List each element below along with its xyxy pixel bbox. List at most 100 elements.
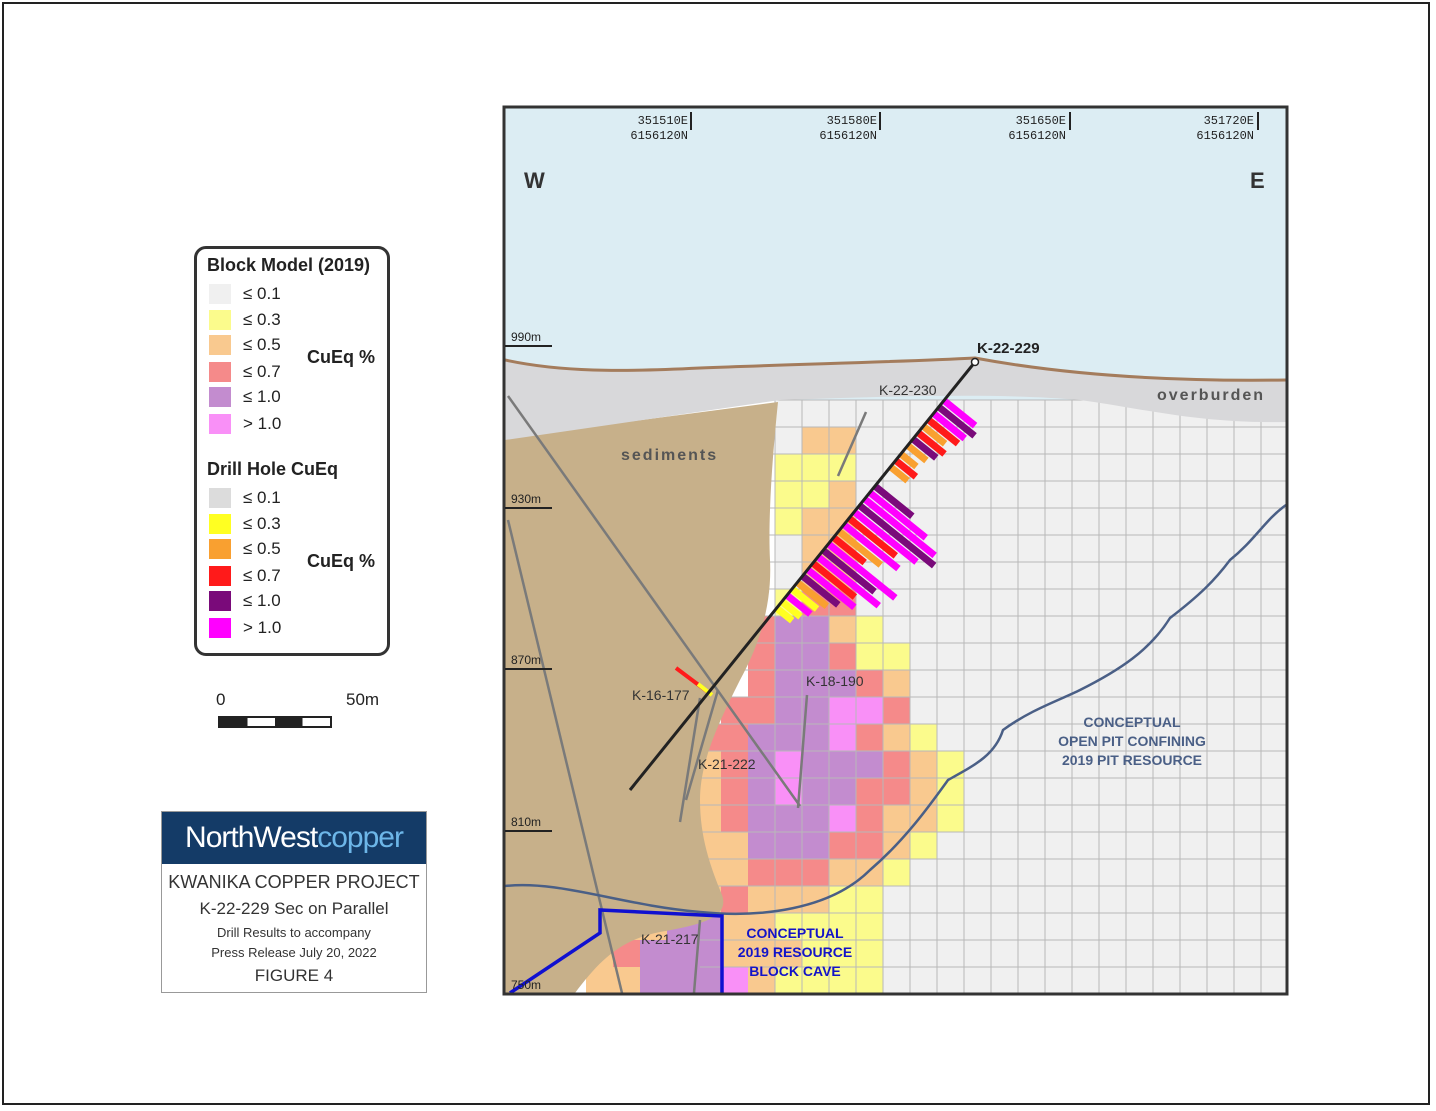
- northing-label-3: 6156120N: [1008, 129, 1066, 143]
- block-cell: [829, 643, 856, 670]
- hole-label-k-22-229: K-22-229: [977, 340, 1040, 357]
- title-block: NorthWestcopper KWANIKA COPPER PROJECT K…: [161, 811, 427, 993]
- block-cell: [991, 832, 1018, 859]
- block-cell: [1126, 967, 1153, 993]
- block-cell: [991, 859, 1018, 886]
- block-cell: [1207, 670, 1234, 697]
- block-cell: [910, 589, 937, 616]
- block-cell: [937, 508, 964, 535]
- block-cell: [964, 967, 991, 993]
- block-cell: [1234, 751, 1261, 778]
- block-cell: [991, 751, 1018, 778]
- legend-swatch: [209, 591, 231, 611]
- block-cell: [1018, 643, 1045, 670]
- block-cell: [1180, 562, 1207, 589]
- block-cell: [856, 643, 883, 670]
- block-cell: [937, 832, 964, 859]
- block-cell: [1207, 805, 1234, 832]
- block-cell: [721, 778, 748, 805]
- legend-item: ≤ 0.7: [209, 361, 281, 383]
- block-cell: [1234, 508, 1261, 535]
- block-cell: [1234, 778, 1261, 805]
- block-cell: [1234, 913, 1261, 940]
- block-cell: [1261, 481, 1286, 508]
- block-cell: [1018, 481, 1045, 508]
- block-cell: [1018, 427, 1045, 454]
- legend-item: ≤ 0.5: [209, 334, 281, 356]
- block-cell: [694, 967, 721, 993]
- block-cell: [748, 697, 775, 724]
- company-logo: NorthWestcopper: [162, 812, 426, 864]
- block-cell: [1126, 481, 1153, 508]
- block-cell: [856, 616, 883, 643]
- block-cell: [1126, 427, 1153, 454]
- legend-title-drill-hole: Drill Hole CuEq: [207, 459, 339, 479]
- block-cell: [1099, 967, 1126, 993]
- block-cell: [1045, 454, 1072, 481]
- block-cell: [1099, 616, 1126, 643]
- block-cell: [775, 670, 802, 697]
- block-cell: [1126, 913, 1153, 940]
- block-cell: [1207, 751, 1234, 778]
- block-cell: [1099, 481, 1126, 508]
- block-cell: [991, 670, 1018, 697]
- legend-swatch: [209, 284, 231, 304]
- block-cell: [1207, 859, 1234, 886]
- block-cell: [1207, 589, 1234, 616]
- block-cell: [1180, 643, 1207, 670]
- block-cell: [775, 859, 802, 886]
- block-cell: [1153, 535, 1180, 562]
- legend-item: ≤ 1.0: [209, 386, 281, 408]
- block-cell: [1045, 616, 1072, 643]
- block-cell: [748, 670, 775, 697]
- block-cell: [1207, 940, 1234, 967]
- block-cell: [829, 427, 856, 454]
- block-cell: [937, 805, 964, 832]
- block-cell: [1126, 454, 1153, 481]
- block-cell: [1153, 481, 1180, 508]
- legend-item: ≤ 1.0: [209, 590, 281, 612]
- block-cell: [1261, 562, 1286, 589]
- block-cell: [1045, 508, 1072, 535]
- block-cell: [1018, 805, 1045, 832]
- block-cell: [1045, 967, 1072, 993]
- block-cell: [1126, 643, 1153, 670]
- block-cell: [1099, 454, 1126, 481]
- block-cell: [721, 832, 748, 859]
- block-cell: [1126, 805, 1153, 832]
- block-cell: [883, 805, 910, 832]
- block-cell: [991, 535, 1018, 562]
- block-cell: [991, 805, 1018, 832]
- block-cell: [1153, 832, 1180, 859]
- block-cell: [802, 778, 829, 805]
- block-cell: [964, 805, 991, 832]
- block-cell: [937, 535, 964, 562]
- legend-item: ≤ 0.1: [209, 283, 281, 305]
- legend-swatch: [209, 310, 231, 330]
- east-label: E: [1250, 168, 1265, 193]
- block-cell: [802, 400, 829, 427]
- block-cell: [937, 562, 964, 589]
- block-cell: [775, 697, 802, 724]
- pit-label-line-2: OPEN PIT CONFINING: [1058, 733, 1206, 749]
- block-cell: [1207, 454, 1234, 481]
- block-cell: [937, 940, 964, 967]
- block-cell: [775, 751, 802, 778]
- block-cell: [829, 724, 856, 751]
- block-cell: [1180, 508, 1207, 535]
- block-cell: [1045, 589, 1072, 616]
- block-cell: [991, 400, 1018, 427]
- block-cell: [775, 832, 802, 859]
- block-cell: [1126, 535, 1153, 562]
- block-cell: [1234, 481, 1261, 508]
- block-cell: [1045, 670, 1072, 697]
- block-cell: [883, 967, 910, 993]
- legend-box: Block Model (2019) ≤ 0.1 ≤ 0.3 ≤ 0.5 ≤ 0…: [194, 246, 390, 656]
- block-cell: [1180, 859, 1207, 886]
- block-cell: [1045, 427, 1072, 454]
- easting-label-1: 351510E: [638, 114, 688, 128]
- block-cell: [1180, 535, 1207, 562]
- block-cell: [1045, 535, 1072, 562]
- block-cell: [964, 697, 991, 724]
- elevation-750: 750m: [511, 978, 541, 992]
